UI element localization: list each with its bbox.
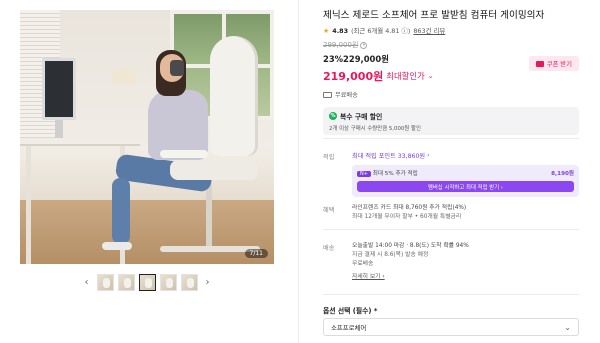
- section-divider: [323, 138, 579, 139]
- chair-post: [206, 180, 212, 246]
- product-info-panel: 제닉스 제로드 소프체어 프로 발받침 컴퓨터 게이밍의자 ★ 4.83 (최근…: [323, 10, 579, 135]
- thumbnail[interactable]: [159, 273, 177, 291]
- coupon-button[interactable]: 쿠폰 받기: [528, 56, 579, 71]
- star-icon: ★: [323, 26, 330, 35]
- final-price-label: 최대할인가: [386, 71, 425, 81]
- desk-top: [20, 138, 140, 146]
- benefit-section: 라인프렌즈 카드 최대 8,760원 추가 적립(4%) 최대 12개월 무이자…: [352, 204, 579, 222]
- thumbnail-active[interactable]: [138, 273, 156, 291]
- chevron-down-icon: ⌄: [427, 72, 434, 80]
- chair-seat: [170, 160, 258, 180]
- benefit-label: 혜택: [323, 207, 335, 214]
- delivery-label: 배송: [323, 245, 335, 252]
- chevron-left-icon[interactable]: ‹: [81, 273, 93, 291]
- points-section: 최대 적립 포인트 33,860원 › N+ 최대 5% 추가 적립 8,190…: [352, 151, 579, 197]
- vertical-divider: [298, 0, 299, 343]
- free-shipping-row: 무료배송: [323, 90, 579, 99]
- multi-discount-desc: 2개 이상 구매시 수량만큼 5,000원 할인: [329, 126, 421, 132]
- main-product-image[interactable]: 7/11: [20, 10, 274, 264]
- membership-start-button[interactable]: 멤버십 시작하고 최대 적립 받기 ›: [357, 181, 574, 192]
- multi-discount-title-row: % 복수 구매 할인: [329, 111, 573, 121]
- floor: [20, 200, 274, 264]
- points-extra-box: N+ 최대 5% 추가 적립 8,190원 멤버십 시작하고 최대 적립 받기 …: [352, 165, 579, 197]
- person-shoe: [102, 242, 132, 250]
- person-shin: [112, 178, 130, 244]
- chevron-down-icon: ⌄: [564, 322, 571, 332]
- option-label: 옵션 선택 (필수) *: [323, 307, 378, 315]
- product-title: 제닉스 제로드 소프체어 프로 발받침 컴퓨터 게이밍의자: [323, 10, 545, 21]
- rating-detail: (최근 6개월 4.81 ⓘ): [351, 27, 411, 35]
- monitor-stand: [55, 120, 63, 138]
- info-icon[interactable]: i: [360, 41, 368, 49]
- desk-leg: [26, 146, 31, 264]
- chevron-right-icon[interactable]: ›: [202, 273, 214, 291]
- rating-value: 4.83: [332, 26, 349, 35]
- delivery-ship-date: 지금 결제 시 8.6(목) 발송 예정: [352, 252, 429, 258]
- coupon-button-label: 쿠폰 받기: [546, 61, 572, 68]
- points-extra-row: N+ 최대 5% 추가 적립 8,190원: [357, 169, 574, 177]
- monitor: [42, 58, 76, 120]
- thumbnail[interactable]: [117, 273, 135, 291]
- points-label: 적립: [323, 154, 335, 161]
- multi-purchase-discount: % 복수 구매 할인 2개 이상 구매시 수량만큼 5,000원 할인: [323, 107, 579, 135]
- thumbnail-strip: ‹ ›: [20, 272, 274, 292]
- points-head-text: 최대 적립 포인트 33,860원: [352, 153, 426, 160]
- thumbnail[interactable]: [96, 273, 114, 291]
- delivery-section: 오늘출발 14:00 마감 · 8.8(도) 도착 확률 94% 지금 결제 시…: [352, 242, 579, 282]
- section-divider: [323, 294, 579, 295]
- points-extra-value: 8,190원: [551, 171, 574, 177]
- lamp: [112, 68, 136, 84]
- original-price-row: 299,000원 i: [323, 40, 579, 50]
- delivery-detail-link[interactable]: 자세히 보기 ›: [352, 273, 579, 282]
- chair-back: [210, 36, 258, 156]
- delivery-today: 오늘출발 14:00 마감 · 8.8(도) 도착 확률 94%: [352, 243, 469, 249]
- percent-icon: %: [329, 112, 337, 120]
- rating-row: ★ 4.83 (최근 6개월 4.81 ⓘ) 863건 리뷰: [323, 26, 579, 36]
- final-price: 219,000원: [323, 70, 384, 83]
- chair-arm: [160, 150, 208, 158]
- truck-icon: [323, 91, 332, 98]
- delivery-free: 무료배송: [352, 261, 374, 267]
- installment-benefit[interactable]: 최대 12개월 무이자 할부 • 60개월 특별금리: [352, 213, 579, 222]
- membership-badge: N+: [357, 171, 371, 177]
- review-link[interactable]: 863건 리뷰: [413, 26, 445, 35]
- points-head[interactable]: 최대 적립 포인트 33,860원 ›: [352, 151, 579, 160]
- thumbnail[interactable]: [180, 273, 198, 291]
- free-shipping-label: 무료배송: [335, 92, 358, 99]
- product-gallery: 7/11 ‹ ›: [20, 10, 274, 291]
- points-extra-label: 최대 5% 추가 적립: [372, 171, 418, 177]
- option-select[interactable]: 소프프로체어 ⌄: [323, 318, 579, 336]
- section-divider: [323, 229, 579, 230]
- original-price: 299,000원: [323, 41, 359, 49]
- multi-discount-title: 복수 구매 할인: [340, 113, 383, 121]
- option-selected-value: 소프프로체어: [331, 323, 367, 332]
- coupon-icon: [535, 60, 544, 67]
- image-counter: 7/11: [244, 249, 268, 258]
- headphones: [170, 60, 184, 76]
- image-scene: [20, 10, 274, 264]
- card-benefit[interactable]: 라인프렌즈 카드 최대 8,760원 추가 적립(4%): [352, 204, 579, 213]
- chevron-right-icon: ›: [427, 152, 430, 159]
